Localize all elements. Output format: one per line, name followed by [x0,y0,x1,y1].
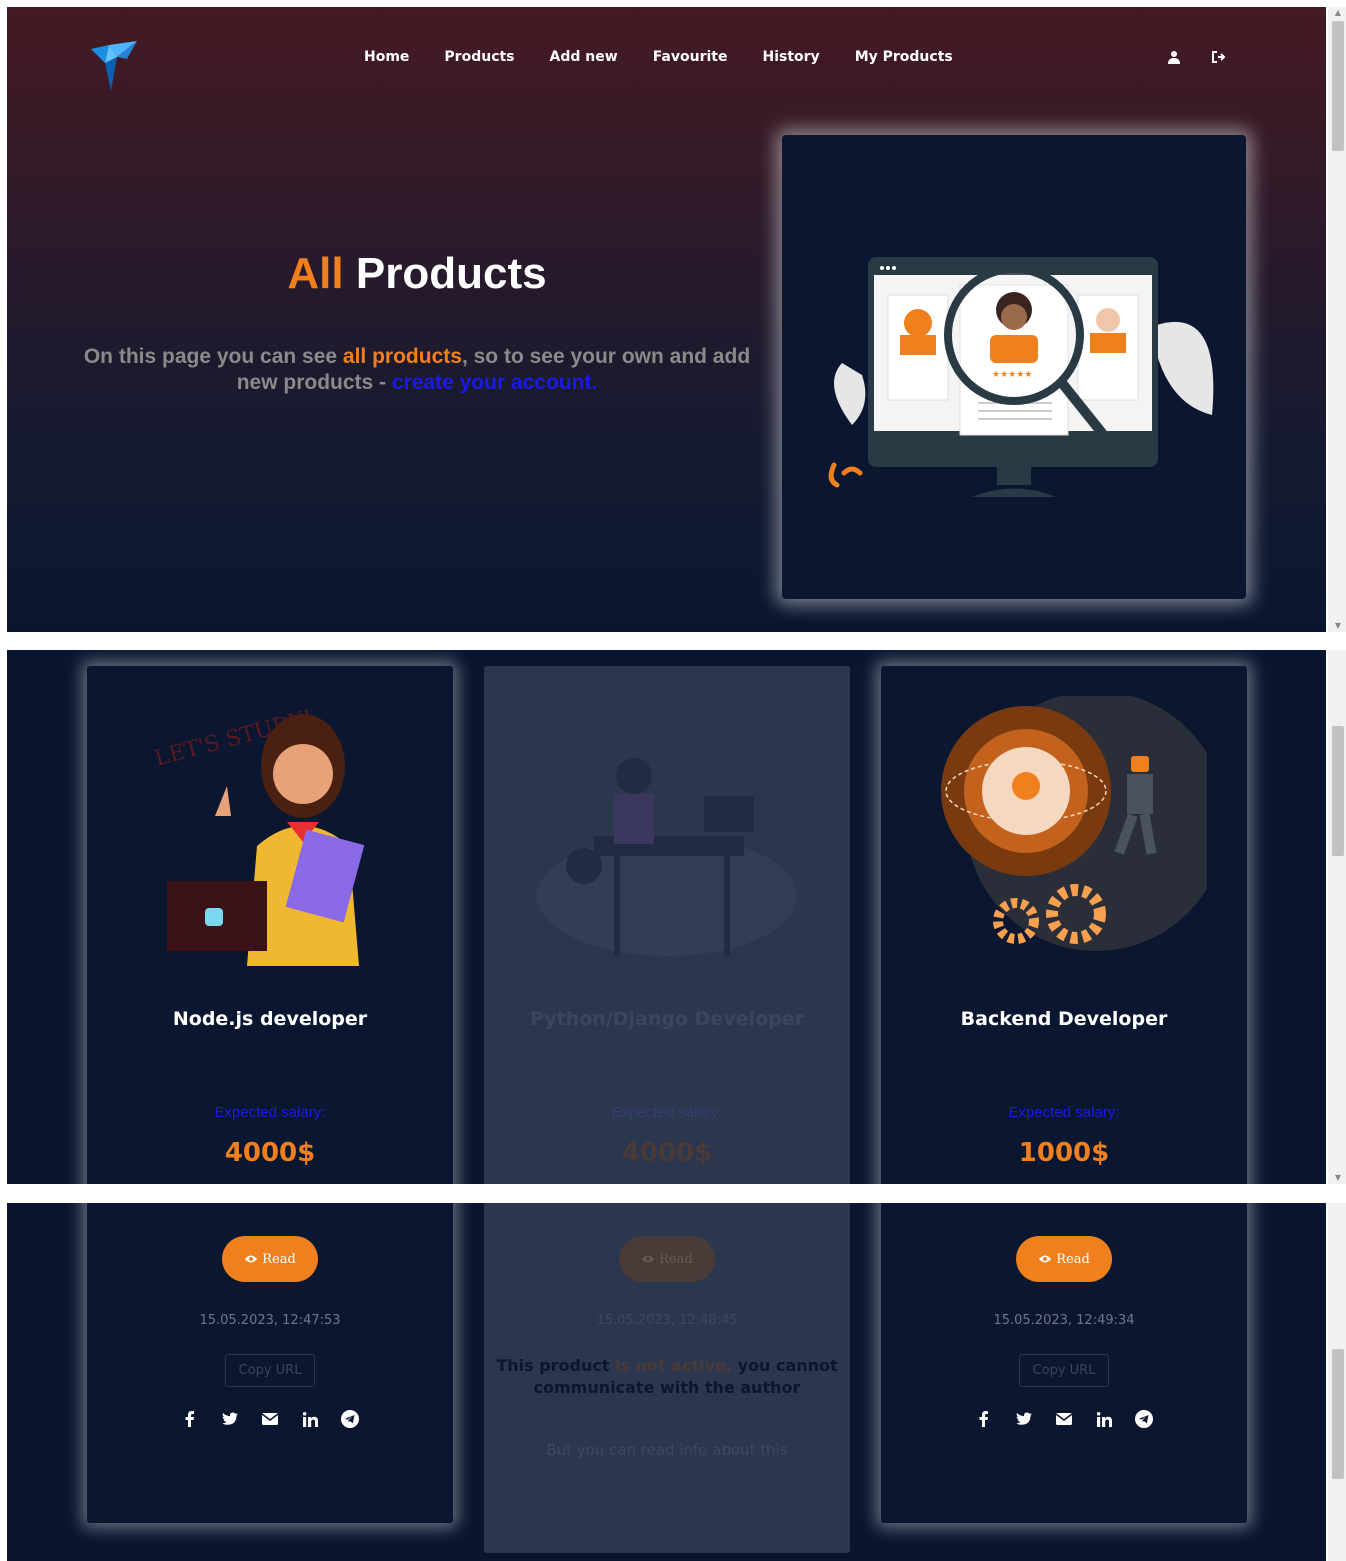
facebook-icon[interactable] [180,1409,200,1429]
nav-home[interactable]: Home [364,49,409,65]
email-icon[interactable] [1054,1409,1074,1429]
logo-bird-icon[interactable] [87,35,143,93]
product-title[interactable]: Python/Django Developer [484,1008,850,1030]
scroll-down-arrow-icon[interactable]: ▼ [1332,620,1344,632]
products-grid-top: LET'S STUDY! Node.js developer Expected … [7,650,1326,1184]
scroll-up-arrow-icon[interactable]: ▲ [1332,7,1344,19]
scrollbar[interactable] [1328,1203,1346,1561]
product-card-actions: Read 15.05.2023, 12:49:34 Copy URL [881,1203,1247,1523]
scrollbar-thumb[interactable] [1332,21,1344,151]
copy-url-button[interactable]: Copy URL [1019,1354,1109,1387]
salary-label: Expected salary: [214,1104,326,1121]
page-title: All Products [287,249,547,298]
salary-label: Expected salary: [1008,1104,1120,1121]
product-title[interactable]: Node.js developer [87,1008,453,1030]
eye-icon [1039,1255,1052,1263]
product-price: 4000$ [621,1138,713,1168]
student-girl-illustration: LET'S STUDY! [152,706,365,966]
linkedin-icon[interactable] [300,1409,320,1429]
search-candidates-illustration: ★★★★★ [828,257,1214,497]
user-icon[interactable] [1167,50,1181,64]
copy-url-button[interactable]: Copy URL [225,1354,315,1387]
hero-description: On this page you can see all products, s… [83,345,751,394]
study-desk-illustration [537,758,797,956]
telegram-icon[interactable] [340,1409,360,1429]
hero-section: Home Products Add new Favourite History … [7,7,1326,632]
nav-add-new[interactable]: Add new [550,49,618,65]
twitter-icon[interactable] [1014,1409,1034,1429]
telegram-icon[interactable] [1134,1409,1154,1429]
product-date: 15.05.2023, 12:49:34 [993,1313,1135,1328]
products-grid-bottom: Read 15.05.2023, 12:47:53 Copy URL Read … [7,1203,1326,1561]
facebook-icon[interactable] [974,1409,994,1429]
eye-icon [642,1255,655,1263]
create-account-link[interactable]: create your account. [392,371,597,394]
nav-favourite[interactable]: Favourite [653,49,728,65]
read-button[interactable]: Read [1016,1236,1112,1282]
lightbulb-idea-illustration [941,696,1207,951]
scrollbar-thumb[interactable] [1332,1349,1344,1479]
linkedin-icon[interactable] [1094,1409,1114,1429]
svg-text:★★★★★: ★★★★★ [992,370,1032,380]
product-card-actions-inactive: Read 15.05.2023, 12:48:45 This product i… [484,1203,850,1553]
nav-icons [1167,50,1227,64]
product-date: 15.05.2023, 12:47:53 [199,1313,341,1328]
share-icons [87,1409,453,1429]
product-date: 15.05.2023, 12:48:45 [596,1313,738,1328]
inactive-notice: This product is not active, you cannot c… [496,1356,838,1397]
product-price: 1000$ [1018,1138,1110,1168]
main-nav: Home Products Add new Favourite History … [364,49,953,65]
nav-my-products[interactable]: My Products [855,49,953,65]
salary-label: Expected salary: [611,1104,723,1121]
product-price: 4000$ [224,1138,316,1168]
inactive-subnote: But you can read info about this [546,1441,788,1459]
scroll-down-arrow-icon[interactable]: ▼ [1332,1172,1344,1184]
scrollbar[interactable]: ▲ ▼ [1328,7,1346,632]
read-button[interactable]: Read [619,1236,715,1282]
nav-products[interactable]: Products [444,49,514,65]
scrollbar[interactable]: ▼ [1328,650,1346,1184]
product-card-inactive: Python/Django Developer Expected salary:… [484,666,850,1184]
logout-icon[interactable] [1211,50,1227,64]
email-icon[interactable] [260,1409,280,1429]
share-icons [881,1409,1247,1429]
product-card-actions: Read 15.05.2023, 12:47:53 Copy URL [87,1203,453,1523]
eye-icon [245,1255,258,1263]
product-card: Backend Developer Expected salary: 1000$ [881,666,1247,1184]
twitter-icon[interactable] [220,1409,240,1429]
product-card: LET'S STUDY! Node.js developer Expected … [87,666,453,1184]
read-button[interactable]: Read [222,1236,318,1282]
nav-history[interactable]: History [762,49,819,65]
hero-illustration-card: ★★★★★ [782,135,1246,599]
product-title[interactable]: Backend Developer [881,1008,1247,1030]
scrollbar-thumb[interactable] [1332,726,1344,856]
